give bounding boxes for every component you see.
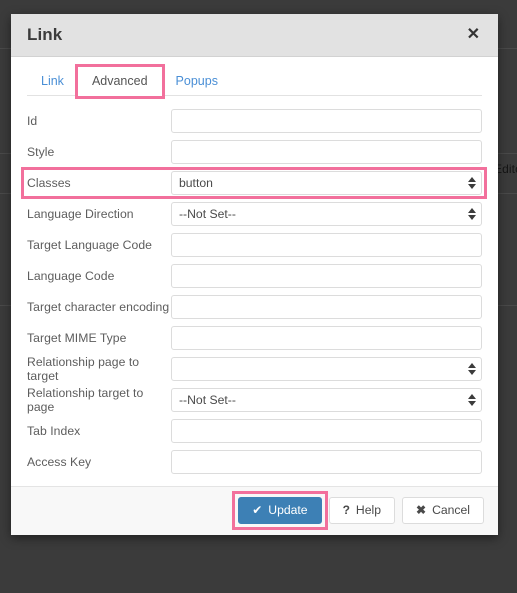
tab-label: Popups <box>175 74 218 88</box>
field-label-relationship-page-to-target: Relationship page to target <box>27 355 140 383</box>
update-button[interactable]: ✔ Update <box>238 497 322 525</box>
advanced-form: Id Style Classes button Language Direction --… <box>11 96 498 486</box>
select-relationship-target-to-page[interactable]: --Not Set-- <box>171 388 482 412</box>
input-target-character-encoding[interactable] <box>171 295 482 319</box>
stepper-arrows-icon[interactable] <box>467 361 476 377</box>
field-label-style: Style <box>27 145 55 159</box>
form-row-relationship-target-to-page: Relationship target to page --Not Set-- <box>27 385 482 415</box>
field-label-target-character-encoding: Target character encoding <box>27 300 170 314</box>
field-control <box>171 264 482 288</box>
field-label-access-key: Access Key <box>27 455 92 469</box>
field-label-language-code: Language Code <box>27 269 115 283</box>
select-value: --Not Set-- <box>179 207 236 221</box>
field-control <box>171 357 482 381</box>
form-row-id: Id <box>27 106 482 136</box>
select-relationship-page-to-target[interactable] <box>171 357 482 381</box>
help-button[interactable]: ? Help <box>328 497 395 525</box>
field-label-language-direction: Language Direction <box>27 207 134 221</box>
form-row-access-key: Access Key <box>27 447 482 477</box>
field-control <box>171 295 482 319</box>
input-target-language-code[interactable] <box>171 233 482 257</box>
form-row-target-language-code: Target Language Code <box>27 230 482 260</box>
dialog-title: Link <box>27 25 63 44</box>
cancel-button-label: Cancel <box>432 503 470 517</box>
form-row-tab-index: Tab Index <box>27 416 482 446</box>
form-row-classes: Classes button <box>21 167 487 199</box>
input-access-key[interactable] <box>171 450 482 474</box>
field-control: button <box>171 171 482 195</box>
select-classes[interactable]: button <box>171 171 482 195</box>
input-target-mime-type[interactable] <box>171 326 482 350</box>
select-value: button <box>179 176 213 190</box>
cancel-button[interactable]: ✖ Cancel <box>402 497 484 525</box>
close-x-icon: ✖ <box>416 503 427 518</box>
field-label-target-mime-type: Target MIME Type <box>27 331 127 345</box>
select-value: --Not Set-- <box>179 393 236 407</box>
input-style[interactable] <box>171 140 482 164</box>
tab-link[interactable]: Link <box>27 67 78 96</box>
form-row-language-code: Language Code <box>27 261 482 291</box>
form-row-language-direction: Language Direction --Not Set-- <box>27 199 482 229</box>
form-row-style: Style <box>27 137 482 167</box>
stepper-arrows-icon[interactable] <box>467 392 476 408</box>
stepper-arrows-icon[interactable] <box>467 206 476 222</box>
field-control <box>171 419 482 443</box>
field-control <box>171 109 482 133</box>
tab-bar: Link Advanced Popups <box>11 57 498 96</box>
field-label-target-language-code: Target Language Code <box>27 238 153 252</box>
update-button-highlight: ✔ Update <box>232 490 328 531</box>
dialog-footer: ✔ Update ? Help ✖ Cancel <box>11 486 498 536</box>
tab-advanced[interactable]: Advanced <box>77 67 162 96</box>
input-language-code[interactable] <box>171 264 482 288</box>
input-tab-index[interactable] <box>171 419 482 443</box>
field-control: --Not Set-- <box>171 388 482 412</box>
form-row-relationship-page-to-target: Relationship page to target <box>27 354 482 384</box>
close-icon[interactable]: ✕ <box>463 24 484 46</box>
input-id[interactable] <box>171 109 482 133</box>
field-control <box>171 233 482 257</box>
form-row-target-mime-type: Target MIME Type <box>27 323 482 353</box>
field-control <box>171 450 482 474</box>
dialog-header: Link ✕ <box>11 14 498 57</box>
link-dialog: Link ✕ Link Advanced Popups Id Style Classes… <box>11 14 498 536</box>
field-label-relationship-target-to-page: Relationship target to page <box>27 386 144 414</box>
tab-popups[interactable]: Popups <box>162 67 232 96</box>
select-language-direction[interactable]: --Not Set-- <box>171 202 482 226</box>
stepper-arrows-icon[interactable] <box>467 175 476 191</box>
field-label-id: Id <box>27 114 38 128</box>
tab-label: Link <box>41 74 64 88</box>
form-row-target-character-encoding: Target character encoding <box>27 292 482 322</box>
field-control <box>171 140 482 164</box>
check-icon: ✔ <box>252 503 263 518</box>
field-label-classes: Classes <box>27 176 71 190</box>
field-control: --Not Set-- <box>171 202 482 226</box>
tab-label: Advanced <box>91 74 148 88</box>
help-button-label: Help <box>355 503 381 517</box>
question-icon: ? <box>342 503 350 518</box>
field-label-tab-index: Tab Index <box>27 424 81 438</box>
update-button-label: Update <box>268 503 308 517</box>
field-control <box>171 326 482 350</box>
